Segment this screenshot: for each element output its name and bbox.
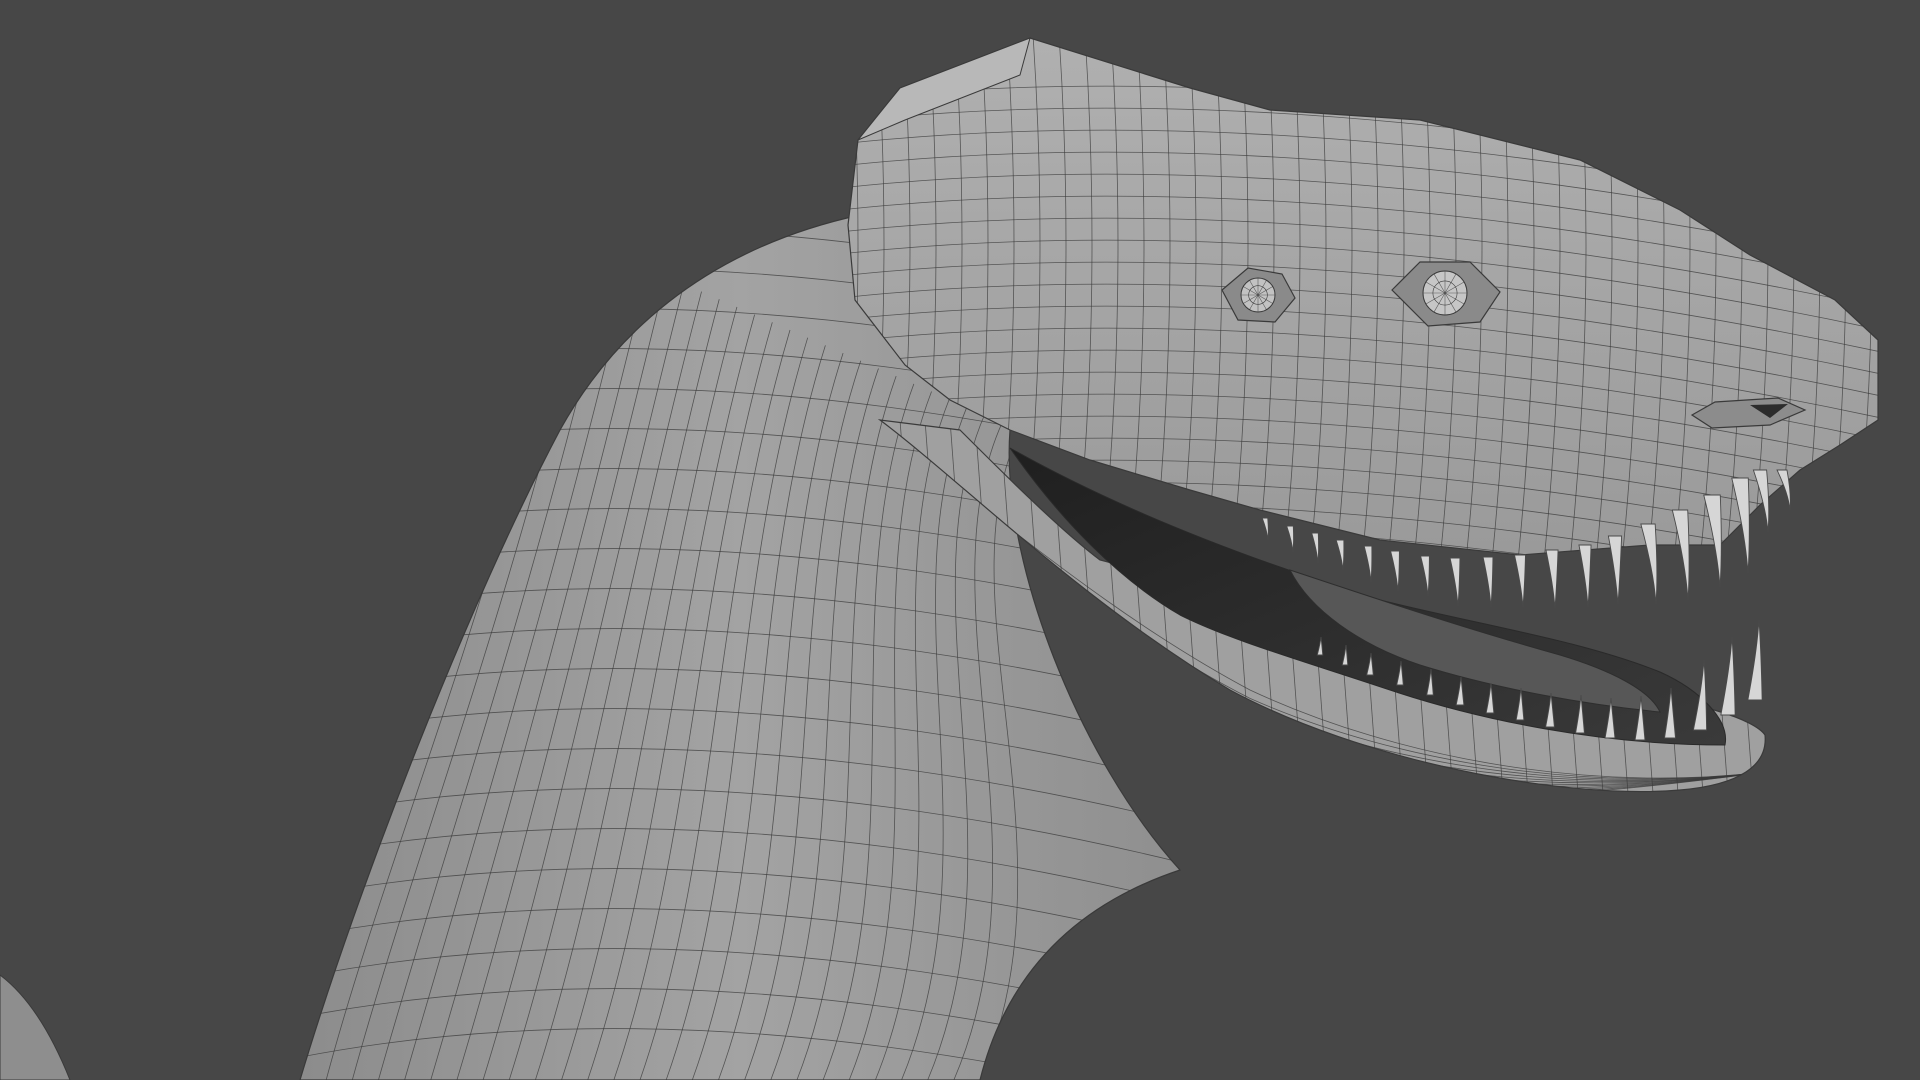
upper-tooth — [1578, 544, 1592, 608]
upper-tooth — [1545, 549, 1559, 609]
body-fragment — [0, 974, 71, 1080]
upper-tooth — [1390, 550, 1400, 592]
upper-tooth — [1482, 556, 1494, 608]
creature-model[interactable] — [0, 0, 1920, 1080]
upper-tooth — [1449, 557, 1461, 607]
upper-tooth — [1261, 517, 1269, 541]
upper-tooth — [1513, 554, 1526, 608]
upper-tooth — [1607, 535, 1623, 605]
3d-viewport[interactable] — [0, 0, 1920, 1080]
upper-tooth — [1363, 545, 1373, 583]
upper-tooth — [1420, 555, 1430, 597]
upper-tooth — [1311, 532, 1320, 564]
upper-tooth — [1286, 525, 1295, 553]
lower-tooth — [1720, 636, 1736, 716]
upper-tooth — [1335, 539, 1345, 571]
lower-tooth — [1747, 619, 1763, 701]
